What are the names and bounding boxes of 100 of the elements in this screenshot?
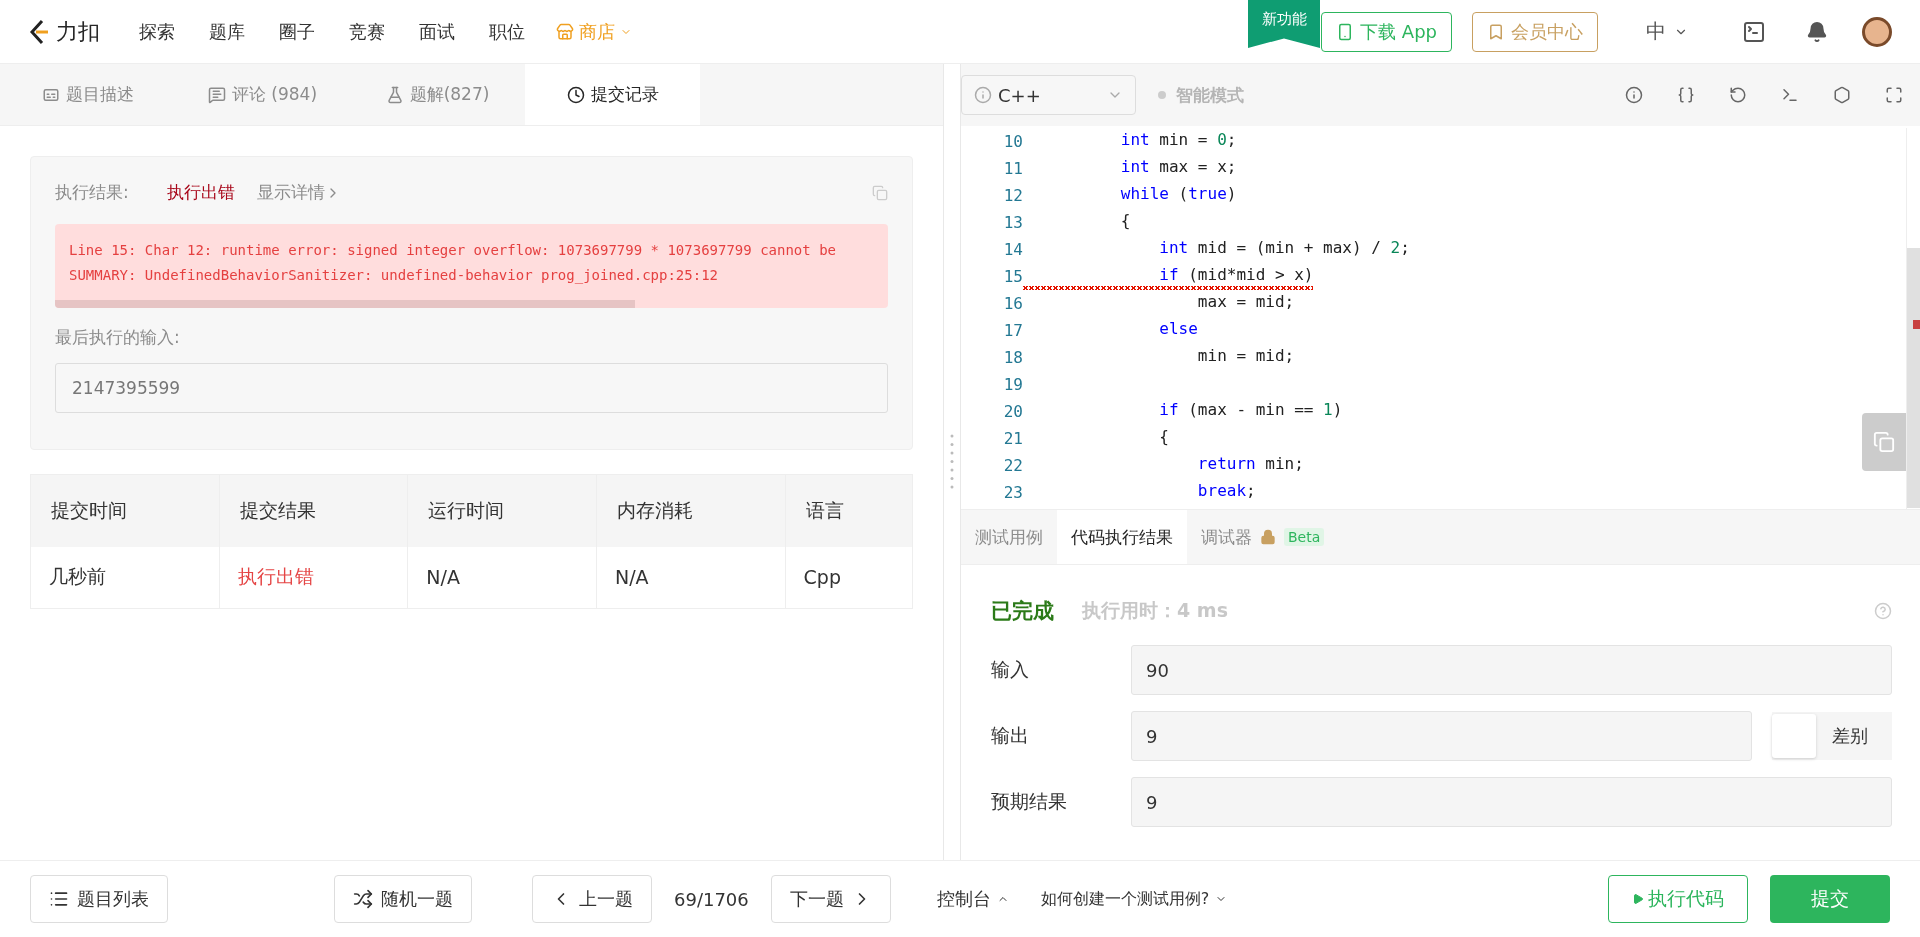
code-line: int mid = (min + max) / 2; bbox=[1158, 237, 1410, 259]
nav-link[interactable]: 圈子 bbox=[279, 19, 315, 44]
line-number: 14 bbox=[1002, 240, 1023, 259]
error-line: Line 15: Char 12: runtime error: signed integer overflow: 1073697799 * 1073697799 cannot be bbox=[69, 241, 837, 260]
line-number: 18 bbox=[1002, 348, 1023, 367]
code-line: int min = 0; bbox=[1119, 129, 1237, 151]
next-button[interactable]: 下一题 bbox=[770, 875, 891, 923]
fullscreen-icon bbox=[1885, 86, 1903, 104]
column-header: 提交时间 bbox=[30, 474, 220, 547]
output-field: 9 bbox=[1131, 711, 1752, 761]
beta-badge: Beta bbox=[1284, 528, 1325, 546]
code-line: { bbox=[1119, 210, 1131, 232]
output-field: 90 bbox=[1131, 645, 1892, 695]
table-cell[interactable]: 执行出错 bbox=[219, 546, 408, 609]
result-status: 执行出错 bbox=[166, 181, 235, 204]
code-editor[interactable]: 10 int min = 0; 11 int max = x; 12 while (true) 13 { 14 int mid = (min + max) / 2; 15 if (mid*mid > x) 16 max = mid; 17 else 18 min = mid; 19 20 if (max - min == 1) 21 { 22 return min; 23 break; bbox=[961, 126, 1920, 510]
info-button[interactable] bbox=[1625, 86, 1643, 104]
reset-button[interactable] bbox=[1729, 86, 1747, 104]
table-cell: N/A bbox=[407, 546, 597, 609]
code-line: int max = x; bbox=[1119, 156, 1237, 178]
line-number: 23 bbox=[1002, 483, 1023, 502]
nav-link[interactable]: 面试 bbox=[419, 19, 455, 44]
code-line: while (true) bbox=[1119, 183, 1237, 205]
logo-text: 力扣 bbox=[56, 17, 100, 46]
code-line: max = mid; bbox=[1196, 291, 1295, 313]
line-number: 19 bbox=[1002, 375, 1023, 394]
play-icon bbox=[1632, 893, 1644, 905]
panel-tab[interactable]: 提交记录 bbox=[525, 64, 700, 125]
scrollbar[interactable] bbox=[55, 300, 635, 308]
line-number: 10 bbox=[1002, 132, 1023, 151]
column-header: 内存消耗 bbox=[596, 474, 786, 547]
column-header: 运行时间 bbox=[407, 474, 597, 547]
code-line: { bbox=[1158, 426, 1169, 448]
line-number: 16 bbox=[1002, 294, 1023, 313]
problem-counter: 69/1706 bbox=[674, 888, 749, 910]
previous-button[interactable]: 上一题 bbox=[532, 875, 652, 923]
language-select[interactable]: C++ bbox=[961, 75, 1136, 115]
column-header: 提交结果 bbox=[219, 474, 408, 547]
last-input-label: 最后执行的输入: bbox=[55, 326, 181, 349]
shuffle-icon bbox=[353, 889, 373, 909]
comment-icon bbox=[207, 85, 226, 104]
error-marker bbox=[1913, 320, 1920, 329]
code-line: break; bbox=[1196, 480, 1256, 502]
code-line: if (max - min == 1) bbox=[1158, 399, 1343, 421]
playground-button[interactable] bbox=[1742, 19, 1766, 44]
field-label: 输入 bbox=[991, 657, 1030, 682]
console-tab[interactable]: 代码执行结果 bbox=[1057, 510, 1187, 564]
terminal-button[interactable] bbox=[1781, 86, 1799, 104]
store-icon bbox=[556, 22, 574, 41]
info-icon bbox=[974, 86, 992, 104]
bookmark-icon bbox=[1487, 22, 1505, 41]
flask-icon bbox=[385, 85, 404, 104]
result-label: 执行结果: bbox=[55, 181, 129, 204]
line-number: 12 bbox=[1002, 186, 1023, 205]
table-cell: N/A bbox=[596, 546, 786, 609]
column-header: 语言 bbox=[785, 474, 913, 547]
settings-button[interactable] bbox=[1833, 86, 1851, 104]
nav-link[interactable]: 题库 bbox=[209, 19, 245, 44]
last-input-field: 2147395599 bbox=[55, 363, 888, 413]
problem-list-button[interactable]: 题目列表 bbox=[30, 875, 168, 923]
output-field: 9 bbox=[1131, 777, 1892, 827]
nav-link[interactable]: 探索 bbox=[139, 19, 175, 44]
terminal-icon bbox=[1781, 86, 1799, 104]
table-cell: Cpp bbox=[785, 546, 913, 609]
table-cell: 几秒前 bbox=[30, 546, 220, 609]
fullscreen-button[interactable] bbox=[1885, 86, 1903, 104]
hexagon-icon bbox=[1833, 86, 1851, 104]
line-number: 15 bbox=[1002, 267, 1023, 286]
info-icon bbox=[1625, 86, 1643, 104]
avatar[interactable] bbox=[1862, 16, 1892, 47]
line-number: 20 bbox=[1002, 402, 1023, 421]
code-line: min = mid; bbox=[1196, 345, 1295, 367]
line-number: 13 bbox=[1002, 213, 1023, 232]
list-icon bbox=[49, 889, 69, 909]
clock-icon bbox=[566, 85, 585, 104]
field-label: 预期结果 bbox=[991, 789, 1068, 814]
nav-link[interactable]: 职位 bbox=[489, 19, 525, 44]
nav-link[interactable]: 竞赛 bbox=[349, 19, 385, 44]
line-number: 11 bbox=[1002, 159, 1023, 178]
terminal-icon bbox=[1742, 19, 1766, 44]
braces-icon bbox=[1677, 86, 1695, 104]
line-number: 21 bbox=[1002, 429, 1023, 448]
bell-icon bbox=[1806, 20, 1828, 43]
language-dropdown[interactable]: 中 bbox=[1640, 17, 1694, 46]
diff-toggle[interactable]: 差别 bbox=[1772, 712, 1892, 760]
error-line: SUMMARY: UndefinedBehaviorSanitizer: undefined-behavior prog_joined.cpp:25:12 bbox=[69, 266, 719, 286]
format-button[interactable] bbox=[1677, 86, 1695, 104]
line-number: 22 bbox=[1002, 456, 1023, 475]
reset-icon bbox=[1729, 86, 1747, 104]
console-button[interactable]: 控制台 bbox=[930, 886, 1015, 912]
run-status: 已完成 bbox=[991, 598, 1054, 625]
code-line: else bbox=[1158, 318, 1198, 340]
field-label: 输出 bbox=[991, 723, 1030, 748]
line-number: 17 bbox=[1002, 321, 1023, 340]
checkbox[interactable] bbox=[1772, 714, 1816, 758]
copy-icon bbox=[1873, 431, 1895, 453]
random-problem-button[interactable]: 随机一题 bbox=[334, 875, 472, 923]
help-link[interactable]: 如何创建一个测试用例? bbox=[1034, 887, 1234, 911]
notification-button[interactable] bbox=[1806, 20, 1828, 43]
logo-icon bbox=[28, 18, 50, 45]
